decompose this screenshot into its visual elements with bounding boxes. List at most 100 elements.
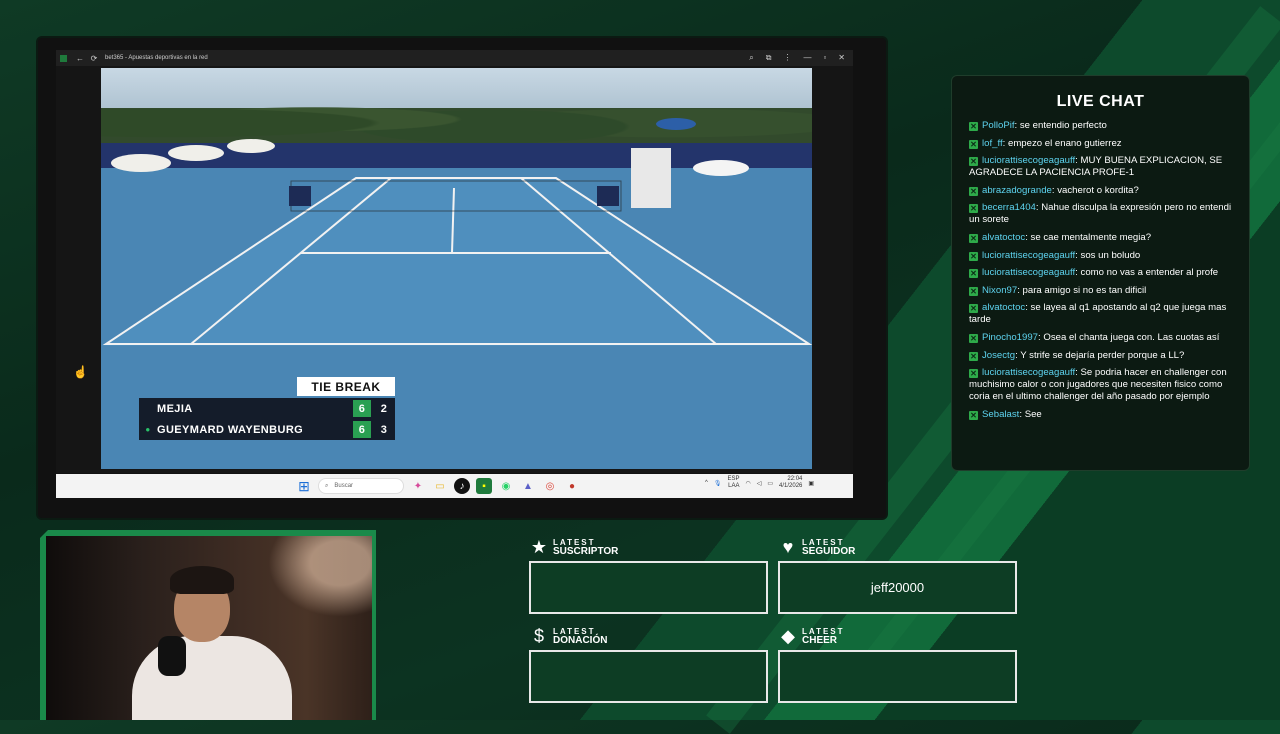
lang-top: ESP: [727, 476, 740, 482]
taskbar-search[interactable]: ⌕ Buscar: [318, 478, 404, 494]
clock[interactable]: 22:04 4/1/2026: [779, 476, 802, 490]
label-bottom: DONACIÓN: [553, 635, 608, 646]
chat-message: ✕ becerra1404: Nahue disculpa la expresió…: [969, 202, 1232, 226]
chat-username: abrazadogrande: [982, 184, 1052, 196]
latest-suscriptor-box: [529, 561, 768, 614]
chat-message: ✕ Nixon97: para amigo si no es tan difici…: [969, 284, 1147, 296]
latest-suscriptor-label: ★ LATEST SUSCRIPTOR: [529, 537, 618, 557]
chat-username: PolloPif: [982, 120, 1015, 131]
zoom-icon[interactable]: ⌕: [749, 53, 753, 63]
set-score: 6: [353, 400, 371, 417]
chat-message: ✕ luciorattisecogeagauff: sos un boludo: [969, 249, 1141, 261]
chat-text: See: [1024, 408, 1042, 420]
chat-text: para amigo si no es tan dificil: [1022, 284, 1147, 296]
taskbar-search-placeholder: Buscar: [334, 483, 354, 489]
badge-icon: ✕: [969, 351, 978, 361]
minimize-icon[interactable]: —: [803, 53, 811, 63]
webcam-feed: [46, 536, 372, 720]
streamer-hair: [170, 566, 234, 594]
badge-icon: ✕: [969, 333, 978, 343]
label-bottom: SEGUIDOR: [802, 546, 856, 557]
language-indicator[interactable]: ESP LAA: [727, 476, 739, 490]
label-bottom: CHEER: [802, 635, 838, 646]
extensions-icon[interactable]: ⧉: [766, 53, 772, 63]
copilot-icon[interactable]: ✦: [410, 478, 426, 494]
chat-text: se cae mentalmente megia?: [1030, 231, 1152, 243]
live-chat-title: LIVE CHAT: [1056, 93, 1145, 110]
chat-text: Y strife se dejaría perder porque a LL?: [1020, 349, 1185, 361]
lang-bottom: LAA: [728, 483, 740, 489]
point-score: 2: [380, 402, 388, 415]
latest-donacion-label: $ LATEST DONACIÓN: [529, 626, 608, 646]
volume-icon[interactable]: ◁: [757, 480, 762, 487]
chat-username: Pinocho1997: [982, 331, 1039, 343]
reload-icon[interactable]: ⟳: [89, 53, 99, 63]
chat-text: como no vas a entender al profe: [1080, 267, 1219, 279]
windows-start-icon[interactable]: ⊞: [296, 478, 312, 494]
chat-message: ✕ Pinocho1997: Osea el chanta juega con. …: [969, 331, 1220, 343]
badge-icon: ✕: [969, 122, 978, 131]
maximize-icon[interactable]: ▫: [823, 53, 826, 63]
serve-indicator-icon: ●: [145, 425, 151, 434]
badge-icon: ✕: [969, 157, 978, 167]
badge-icon: ✕: [969, 204, 978, 214]
latest-donacion-box: [529, 650, 768, 703]
chat-username: becerra1404: [982, 202, 1036, 214]
badge-icon: ✕: [969, 410, 978, 420]
browser-title-bar: ← ⟳ bet365 - Apuestas deportivas en la r…: [56, 50, 853, 66]
chrome-icon[interactable]: ◎: [542, 478, 558, 494]
star-icon: ★: [530, 537, 548, 557]
diamond-icon: ◆: [781, 626, 795, 646]
chat-message: ✕ abrazadogrande: vacherot o kordita?: [969, 184, 1139, 196]
chat-message: ✕ alvatoctoc: se layea al q1 apostando al…: [969, 302, 1227, 326]
system-tray: ^ 🎙 ESP LAA ◠ ◁ ▭ 22:04 4/1/2026 ▣: [705, 476, 814, 490]
chevron-up-icon[interactable]: ^: [705, 480, 708, 486]
latest-seguidor-label: ♥ LATEST SEGUIDOR: [778, 537, 856, 557]
browser-tab-title: bet365 - Apuestas deportivas en la red: [105, 55, 208, 61]
player-name: MEJIA: [157, 402, 193, 415]
teams-icon[interactable]: ▲: [520, 478, 536, 494]
tiktok-icon[interactable]: ♪: [454, 478, 470, 494]
dollar-icon: $: [533, 626, 544, 646]
heart-icon: ♥: [782, 537, 794, 557]
webcam-lamp-glow: [256, 536, 372, 626]
notifications-icon[interactable]: ▣: [808, 480, 814, 487]
bet365-favicon-icon: [60, 54, 67, 62]
badge-icon: ✕: [969, 251, 978, 261]
mic-icon[interactable]: 🎙: [714, 480, 722, 487]
bet365-app-icon[interactable]: ▪: [476, 478, 492, 494]
live-chat-panel: LIVE CHAT ✕ PolloPif: se entendio perfect…: [951, 75, 1250, 471]
chat-message: ✕ alvatoctoc: se cae mentalmente megia?: [969, 231, 1152, 243]
back-icon[interactable]: ←: [75, 53, 85, 63]
latest-cheer-label: ◆ LATEST CHEER: [778, 626, 845, 646]
badge-icon: ✕: [969, 233, 978, 243]
file-explorer-icon[interactable]: ▭: [432, 478, 448, 494]
search-icon: ⌕: [325, 482, 329, 489]
badge-icon: ✕: [969, 186, 978, 196]
whatsapp-icon[interactable]: ◉: [498, 478, 514, 494]
microphone-icon: [158, 636, 186, 676]
latest-seguidor-box: jeff20000: [778, 561, 1017, 614]
chat-text: vacherot o kordita?: [1057, 184, 1139, 196]
player-name: GUEYMARD WAYENBURG: [157, 423, 304, 436]
chat-message: ✕ Josectg: Y strife se dejaría perder por…: [969, 349, 1185, 361]
point-score: 3: [380, 423, 388, 436]
score-row-player-2: ● GUEYMARD WAYENBURG 6 3: [139, 419, 395, 440]
taskbar-icons: ⊞ ⌕ Buscar ✦ ▭ ♪ ▪ ◉ ▲ ◎ ●: [296, 478, 580, 494]
chat-username: luciorattisecogeagauff: [982, 155, 1076, 167]
app-icon[interactable]: ●: [564, 478, 580, 494]
latest-cheer-box: [778, 650, 1017, 703]
chat-username: lof_ff: [982, 137, 1003, 149]
chat-username: Sebalast: [982, 408, 1020, 420]
close-icon[interactable]: ✕: [838, 53, 845, 63]
menu-icon[interactable]: ⋮: [783, 53, 791, 63]
battery-icon[interactable]: ▭: [767, 480, 773, 487]
chat-text: se entendio perfecto: [1019, 120, 1107, 131]
wifi-icon[interactable]: ◠: [745, 480, 750, 487]
chat-username: alvatoctoc: [982, 231, 1026, 243]
chat-username: luciorattisecogeagauff: [982, 367, 1076, 379]
chat-message: ✕ luciorattisecogeagauff: Se podria hacer…: [969, 367, 1227, 403]
streamer-body: [132, 636, 292, 720]
chat-message: ✕ luciorattisecogeagauff: MUY BUENA EXPLI…: [969, 155, 1223, 179]
chat-text: sos un boludo: [1080, 249, 1141, 261]
